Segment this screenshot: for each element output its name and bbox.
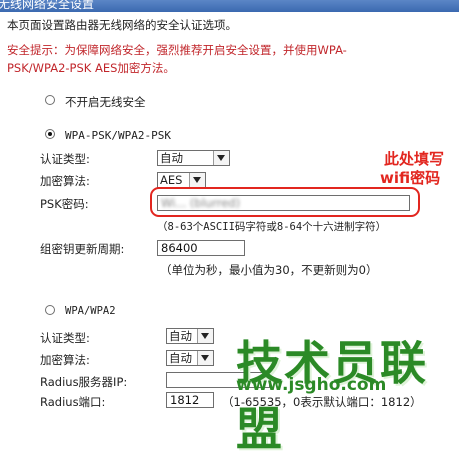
psk-enc-label: 加密算法:	[40, 174, 90, 188]
highlight-box	[150, 187, 420, 217]
chevron-down-icon	[189, 173, 205, 187]
radio-no-security-label: 不开启无线安全	[65, 95, 146, 109]
radio-wpa-psk[interactable]	[45, 129, 55, 139]
radio-wpa-psk-label: WPA-PSK/WPA2-PSK	[65, 129, 171, 142]
wpa-enc-label: 加密算法:	[40, 353, 90, 367]
wpa-auth-value: 自动	[169, 329, 192, 343]
psk-password-hint: （8-63个ASCII码字符或8-64个十六进制字符）	[157, 221, 387, 233]
wpa-auth-label: 认证类型:	[40, 331, 90, 345]
chevron-down-icon	[213, 151, 229, 165]
title-bar: 无线网络安全设置	[0, 0, 459, 12]
radius-port-label: Radius端口:	[40, 395, 106, 409]
group-key-value: 86400	[161, 241, 198, 255]
psk-enc-select[interactable]: AES	[157, 172, 206, 188]
psk-password-label: PSK密码:	[40, 197, 89, 211]
group-key-hint: （单位为秒，最小值为30，不更新则为0）	[160, 263, 378, 277]
psk-auth-select[interactable]: 自动	[157, 150, 230, 166]
radius-port-value: 1812	[170, 393, 200, 407]
psk-auth-label: 认证类型:	[40, 152, 90, 166]
intro-text: 本页面设置路由器无线网络的安全认证选项。	[7, 18, 237, 32]
wpa-enc-select[interactable]: 自动	[166, 350, 214, 366]
radio-no-security[interactable]	[45, 95, 55, 105]
watermark-url: www.jsgho.com	[236, 375, 387, 395]
psk-enc-value: AES	[160, 173, 183, 187]
security-tip-line2: PSK/WPA2-PSK AES加密方法。	[7, 61, 175, 75]
wpa-enc-value: 自动	[169, 351, 192, 365]
security-tip-line1: 安全提示：为保障网络安全，强烈推荐开启安全设置，并使用WPA-	[7, 43, 347, 57]
chevron-down-icon	[197, 351, 213, 365]
radius-port-input[interactable]: 1812	[166, 392, 214, 408]
psk-auth-value: 自动	[160, 151, 183, 165]
annotation-line1: 此处填写	[384, 150, 445, 168]
radius-ip-label: Radius服务器IP:	[40, 375, 128, 389]
group-key-label: 组密钥更新周期:	[40, 242, 125, 256]
page-title: 无线网络安全设置	[0, 0, 95, 11]
wpa-auth-select[interactable]: 自动	[166, 328, 214, 344]
annotation-line2: wifi密码	[380, 169, 441, 187]
chevron-down-icon	[197, 329, 213, 343]
radio-wpa-enterprise-label: WPA/WPA2	[65, 305, 116, 317]
group-key-input[interactable]: 86400	[157, 240, 245, 256]
radio-wpa-enterprise[interactable]	[45, 305, 55, 315]
